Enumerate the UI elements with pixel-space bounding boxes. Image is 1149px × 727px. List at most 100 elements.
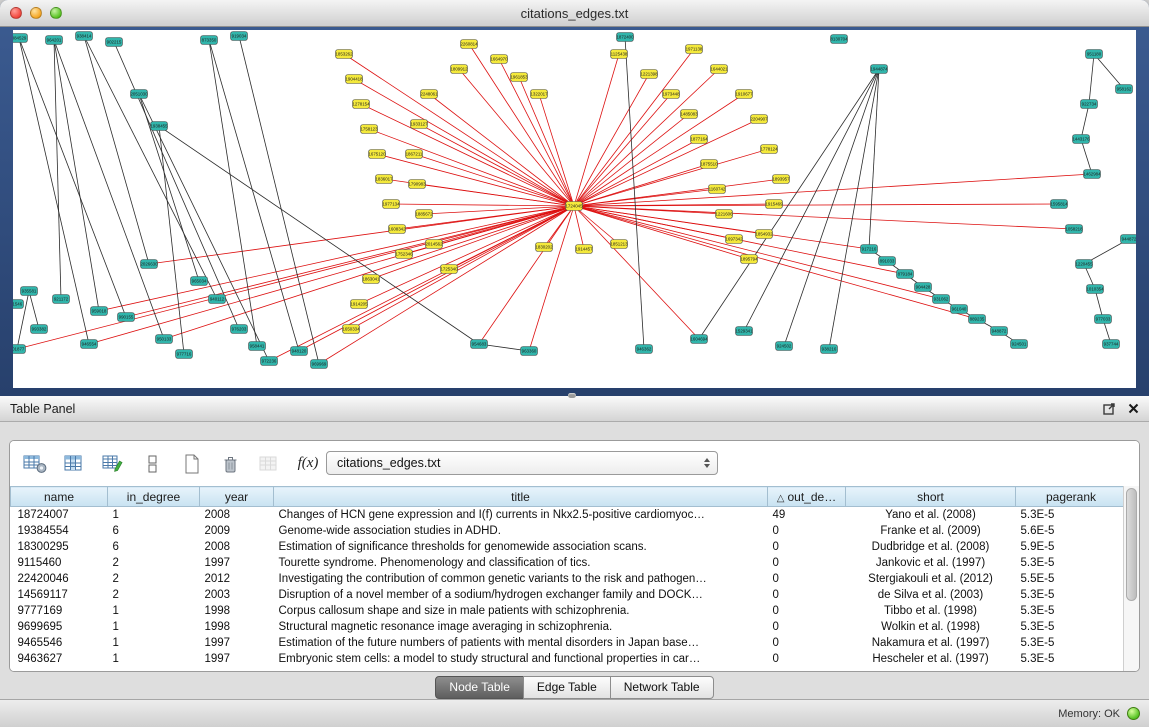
table-cell[interactable]: Structural magnetic resonance image aver… [274,619,768,635]
table-cell[interactable]: Jankovic et al. (1997) [846,555,1016,571]
table-cell[interactable]: 22420046 [11,571,108,587]
graph-node[interactable]: 1752346 [395,250,413,259]
graph-node[interactable]: 1443176 [1072,135,1090,144]
graph-node[interactable]: 2260814 [460,40,478,49]
table-row[interactable]: 2242004622012Investigating the contribut… [11,571,1125,587]
graph-node[interactable]: 919034 [231,32,248,41]
table-cell[interactable]: 0 [768,571,846,587]
row-height-button[interactable] [137,449,167,479]
table-cell[interactable]: Tourette syndrome. Phenomenology and cla… [274,555,768,571]
table-row[interactable]: 1938455462009Genome-wide association stu… [11,523,1125,539]
graph-node[interactable]: 1758123 [360,125,378,134]
graph-node[interactable]: 1973448 [662,90,680,99]
graph-node[interactable]: 950133 [156,335,173,344]
graph-node[interactable]: 917216 [861,245,878,254]
table-cell[interactable]: Genome-wide association studies in ADHD. [274,523,768,539]
graph-node[interactable]: 1830202 [535,243,553,252]
graph-node[interactable]: 1910677 [735,90,753,99]
table-cell[interactable]: 5.3E-5 [1016,619,1125,635]
table-cell[interactable]: Corpus callosum shape and size in male p… [274,603,768,619]
table-cell[interactable]: 6 [108,539,200,555]
table-cell[interactable]: de Silva et al. (2003) [846,587,1016,603]
graph-node[interactable]: 977716 [176,350,193,359]
graph-node[interactable]: 1944874 [870,65,888,74]
table-cell[interactable]: 1 [108,603,200,619]
graph-node[interactable]: 889235 [969,315,986,324]
graph-node[interactable]: 951180 [1086,50,1103,59]
graph-node[interactable]: 958162 [1116,85,1133,94]
graph-node[interactable]: 2248061 [420,90,438,99]
graph-node[interactable]: 1895794 [740,255,758,264]
table-cell[interactable]: 1 [108,635,200,651]
graph-node[interactable]: 1485083 [680,110,698,119]
graph-node[interactable]: 958441 [249,342,266,351]
table-cell[interactable]: Yano et al. (2008) [846,507,1016,524]
graph-node[interactable]: 1644021 [710,65,728,74]
table-cell[interactable]: 1997 [200,555,274,571]
table-cell[interactable]: 0 [768,539,846,555]
table-cell[interactable]: 2008 [200,539,274,555]
graph-node[interactable]: 963360 [521,347,538,356]
graph-node[interactable]: 1595814 [1050,200,1068,209]
table-cell[interactable]: 1997 [200,635,274,651]
table-row[interactable]: 977716911998Corpus callosum shape and si… [11,603,1125,619]
table-cell[interactable]: Nakamura et al. (1997) [846,635,1016,651]
edit-table-button[interactable] [98,449,128,479]
graph-node[interactable]: 1529341 [735,327,753,336]
tab-network-table[interactable]: Network Table [610,676,714,699]
graph-node[interactable]: 1725340 [440,265,458,274]
graph-node[interactable]: 944872 [1121,235,1137,244]
table-cell[interactable]: 5.9E-5 [1016,539,1125,555]
table-row[interactable]: 946554611997Estimation of the future num… [11,635,1125,651]
graph-node[interactable]: 1604694 [690,335,708,344]
graph-node[interactable]: 1851213 [610,240,628,249]
close-panel-button[interactable] [1128,403,1139,414]
graph-node[interactable]: 1933127 [410,120,428,129]
table-row[interactable]: 1872400712008Changes of HCN gene express… [11,507,1125,524]
graph-node[interactable]: 1914457 [575,245,593,254]
table-cell[interactable]: 5.3E-5 [1016,587,1125,603]
graph-node[interactable]: 1915469 [765,200,783,209]
graph-node[interactable]: 884529 [13,34,28,43]
graph-node[interactable]: 972236 [261,357,278,366]
citation-network-graph[interactable]: 1724045185326219044181278154175812316751… [13,30,1136,388]
graph-node[interactable]: 902215 [106,38,123,47]
column-header-pagerank[interactable]: pagerank [1016,487,1125,507]
graph-node[interactable]: 879184 [897,270,914,279]
table-row[interactable]: 946362711997Embryonic stem cells: a mode… [11,651,1125,667]
table-cell[interactable]: 9463627 [11,651,108,667]
graph-node[interactable]: 901877 [13,345,26,354]
graph-node[interactable]: 1650334 [342,325,360,334]
graph-node[interactable]: 1885672 [415,210,433,219]
graph-node[interactable]: 990155 [118,313,135,322]
table-cell[interactable]: 0 [768,651,846,667]
graph-node[interactable]: 1462984 [1083,170,1101,179]
column-header-out_de[interactable]: △out_de… [768,487,846,507]
table-cell[interactable]: Hescheler et al. (1997) [846,651,1016,667]
table-cell[interactable]: 1 [108,651,200,667]
graph-node[interactable]: 993382 [31,325,48,334]
graph-node[interactable]: 1893957 [772,175,790,184]
graph-node[interactable]: 965034 [191,277,208,286]
graph-node[interactable]: 1872400 [616,33,634,42]
graph-node[interactable]: 931062 [933,295,950,304]
graph-node[interactable]: 1875510 [700,160,718,169]
graph-node[interactable]: 959018 [91,307,108,316]
graph-node[interactable]: 964201 [46,36,63,45]
column-header-title[interactable]: title [274,487,768,507]
table-cell[interactable]: 0 [768,587,846,603]
graph-node[interactable]: 873350 [201,36,218,45]
table-cell[interactable]: 5.6E-5 [1016,523,1125,539]
table-cell[interactable]: 5.3E-5 [1016,651,1125,667]
graph-node[interactable]: 1697342 [725,235,743,244]
table-cell[interactable]: 5.3E-5 [1016,635,1125,651]
graph-node[interactable]: 1863041 [362,275,380,284]
graph-node[interactable]: 1010354 [1086,285,1104,294]
window-titlebar[interactable]: citations_edges.txt [0,0,1149,27]
graph-node[interactable]: 946554 [81,340,98,349]
graph-node[interactable]: 1853262 [335,50,353,59]
graph-node[interactable]: 1058218 [1065,225,1083,234]
create-table-button[interactable] [20,449,50,479]
graph-node[interactable]: 1778124 [760,145,778,154]
new-document-button[interactable] [176,449,206,479]
